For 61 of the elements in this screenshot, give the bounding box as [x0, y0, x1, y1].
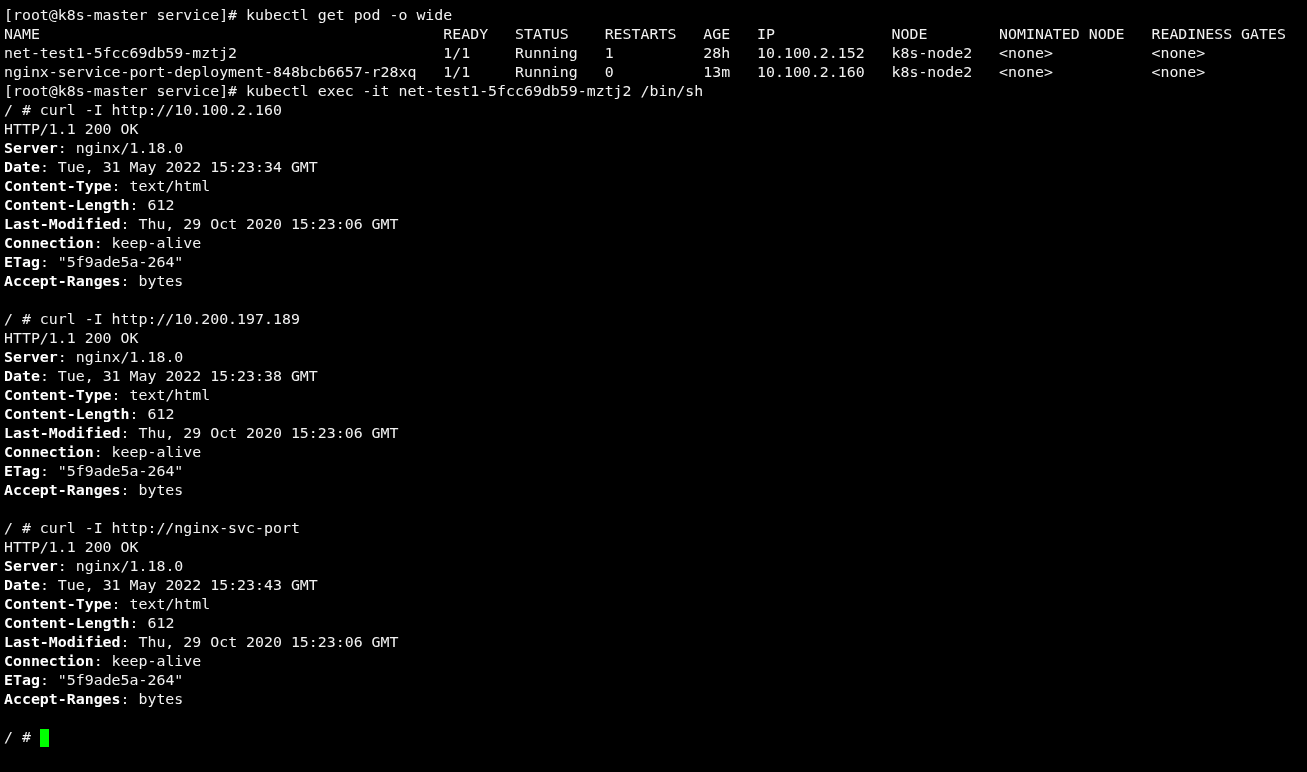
table-header: READINESS GATES [1151, 25, 1286, 43]
table-cell: k8s-node2 [891, 63, 973, 81]
terminal-line: Date: Tue, 31 May 2022 15:23:34 GMT [4, 158, 318, 177]
table-header: RESTARTS [604, 25, 677, 43]
table-cell: net-test1-5fcc69db59-mztj2 [4, 44, 238, 62]
table-cell: 13m [703, 63, 731, 81]
table-cell: 10.100.2.160 [757, 63, 865, 81]
terminal-line: [root@k8s-master service]# kubectl exec -it net-test1-5fcc69db59-mztj2 /bin/sh [4, 82, 704, 101]
terminal-line: ETag: "5f9ade5a-264" [4, 462, 184, 481]
terminal-line: Accept-Ranges: bytes [4, 481, 184, 500]
terminal-line: Content-Length: 612 [4, 405, 175, 424]
table-cell: <none> [1151, 63, 1206, 81]
terminal-line: / # curl -I http://nginx-svc-port [4, 519, 300, 538]
table-cell: 28h [703, 44, 731, 62]
terminal-line: Content-Type: text/html [4, 595, 211, 614]
terminal-line: Date: Tue, 31 May 2022 15:23:38 GMT [4, 367, 318, 386]
terminal-line: Server: nginx/1.18.0 [4, 139, 184, 158]
table-header: IP [757, 25, 775, 43]
terminal-line: Connection: keep-alive [4, 652, 202, 671]
table-header: STATUS [515, 25, 569, 43]
table-cell: nginx-service-port-deployment-848bcb6657-r28xq [4, 63, 417, 81]
table-cell: <none> [1151, 44, 1206, 62]
terminal-line: Last-Modified: Thu, 29 Oct 2020 15:23:06 GMT [4, 215, 399, 234]
terminal-line: Date: Tue, 31 May 2022 15:23:43 GMT [4, 576, 318, 595]
terminal-line: Content-Length: 612 [4, 614, 175, 633]
table-cell: Running [515, 63, 578, 81]
table-header: AGE [703, 25, 731, 43]
shell-prompt: / # [4, 728, 31, 747]
cursor [39, 728, 49, 747]
terminal-line: HTTP/1.1 200 OK [4, 538, 139, 557]
table-header: NAME [4, 25, 40, 43]
table-cell: 0 [604, 63, 614, 81]
terminal-line: / # curl -I http://10.200.197.189 [4, 310, 300, 329]
terminal-line: Server: nginx/1.18.0 [4, 557, 184, 576]
table-cell: Running [515, 44, 578, 62]
terminal-line: Content-Type: text/html [4, 177, 211, 196]
table-cell: <none> [999, 44, 1053, 62]
table-header: NODE [891, 25, 928, 43]
terminal-line: Content-Length: 612 [4, 196, 175, 215]
terminal-line: ETag: "5f9ade5a-264" [4, 253, 184, 272]
table-cell: 1 [604, 44, 614, 62]
terminal-line: Connection: keep-alive [4, 234, 202, 253]
table-cell: k8s-node2 [891, 44, 973, 62]
table-header: READY [443, 25, 489, 43]
table-cell: <none> [999, 63, 1053, 81]
table-cell: 1/1 [443, 63, 471, 81]
terminal-line: HTTP/1.1 200 OK [4, 329, 139, 348]
table-header: NOMINATED NODE [999, 25, 1125, 43]
terminal-line: Accept-Ranges: bytes [4, 690, 184, 709]
table-cell: 10.100.2.152 [757, 44, 865, 62]
terminal-line: Connection: keep-alive [4, 443, 202, 462]
terminal-line: ETag: "5f9ade5a-264" [4, 671, 184, 690]
terminal-line: [root@k8s-master service]# kubectl get pod -o wide [4, 6, 453, 25]
terminal-line: HTTP/1.1 200 OK [4, 120, 139, 139]
terminal-line: / # curl -I http://10.100.2.160 [4, 101, 282, 120]
table-cell: 1/1 [443, 44, 471, 62]
terminal-line: Content-Type: text/html [4, 386, 211, 405]
terminal-line: Accept-Ranges: bytes [4, 272, 184, 291]
terminal-line: Last-Modified: Thu, 29 Oct 2020 15:23:06 GMT [4, 633, 399, 652]
terminal-line: Last-Modified: Thu, 29 Oct 2020 15:23:06 GMT [4, 424, 399, 443]
terminal-line: Server: nginx/1.18.0 [4, 348, 184, 367]
